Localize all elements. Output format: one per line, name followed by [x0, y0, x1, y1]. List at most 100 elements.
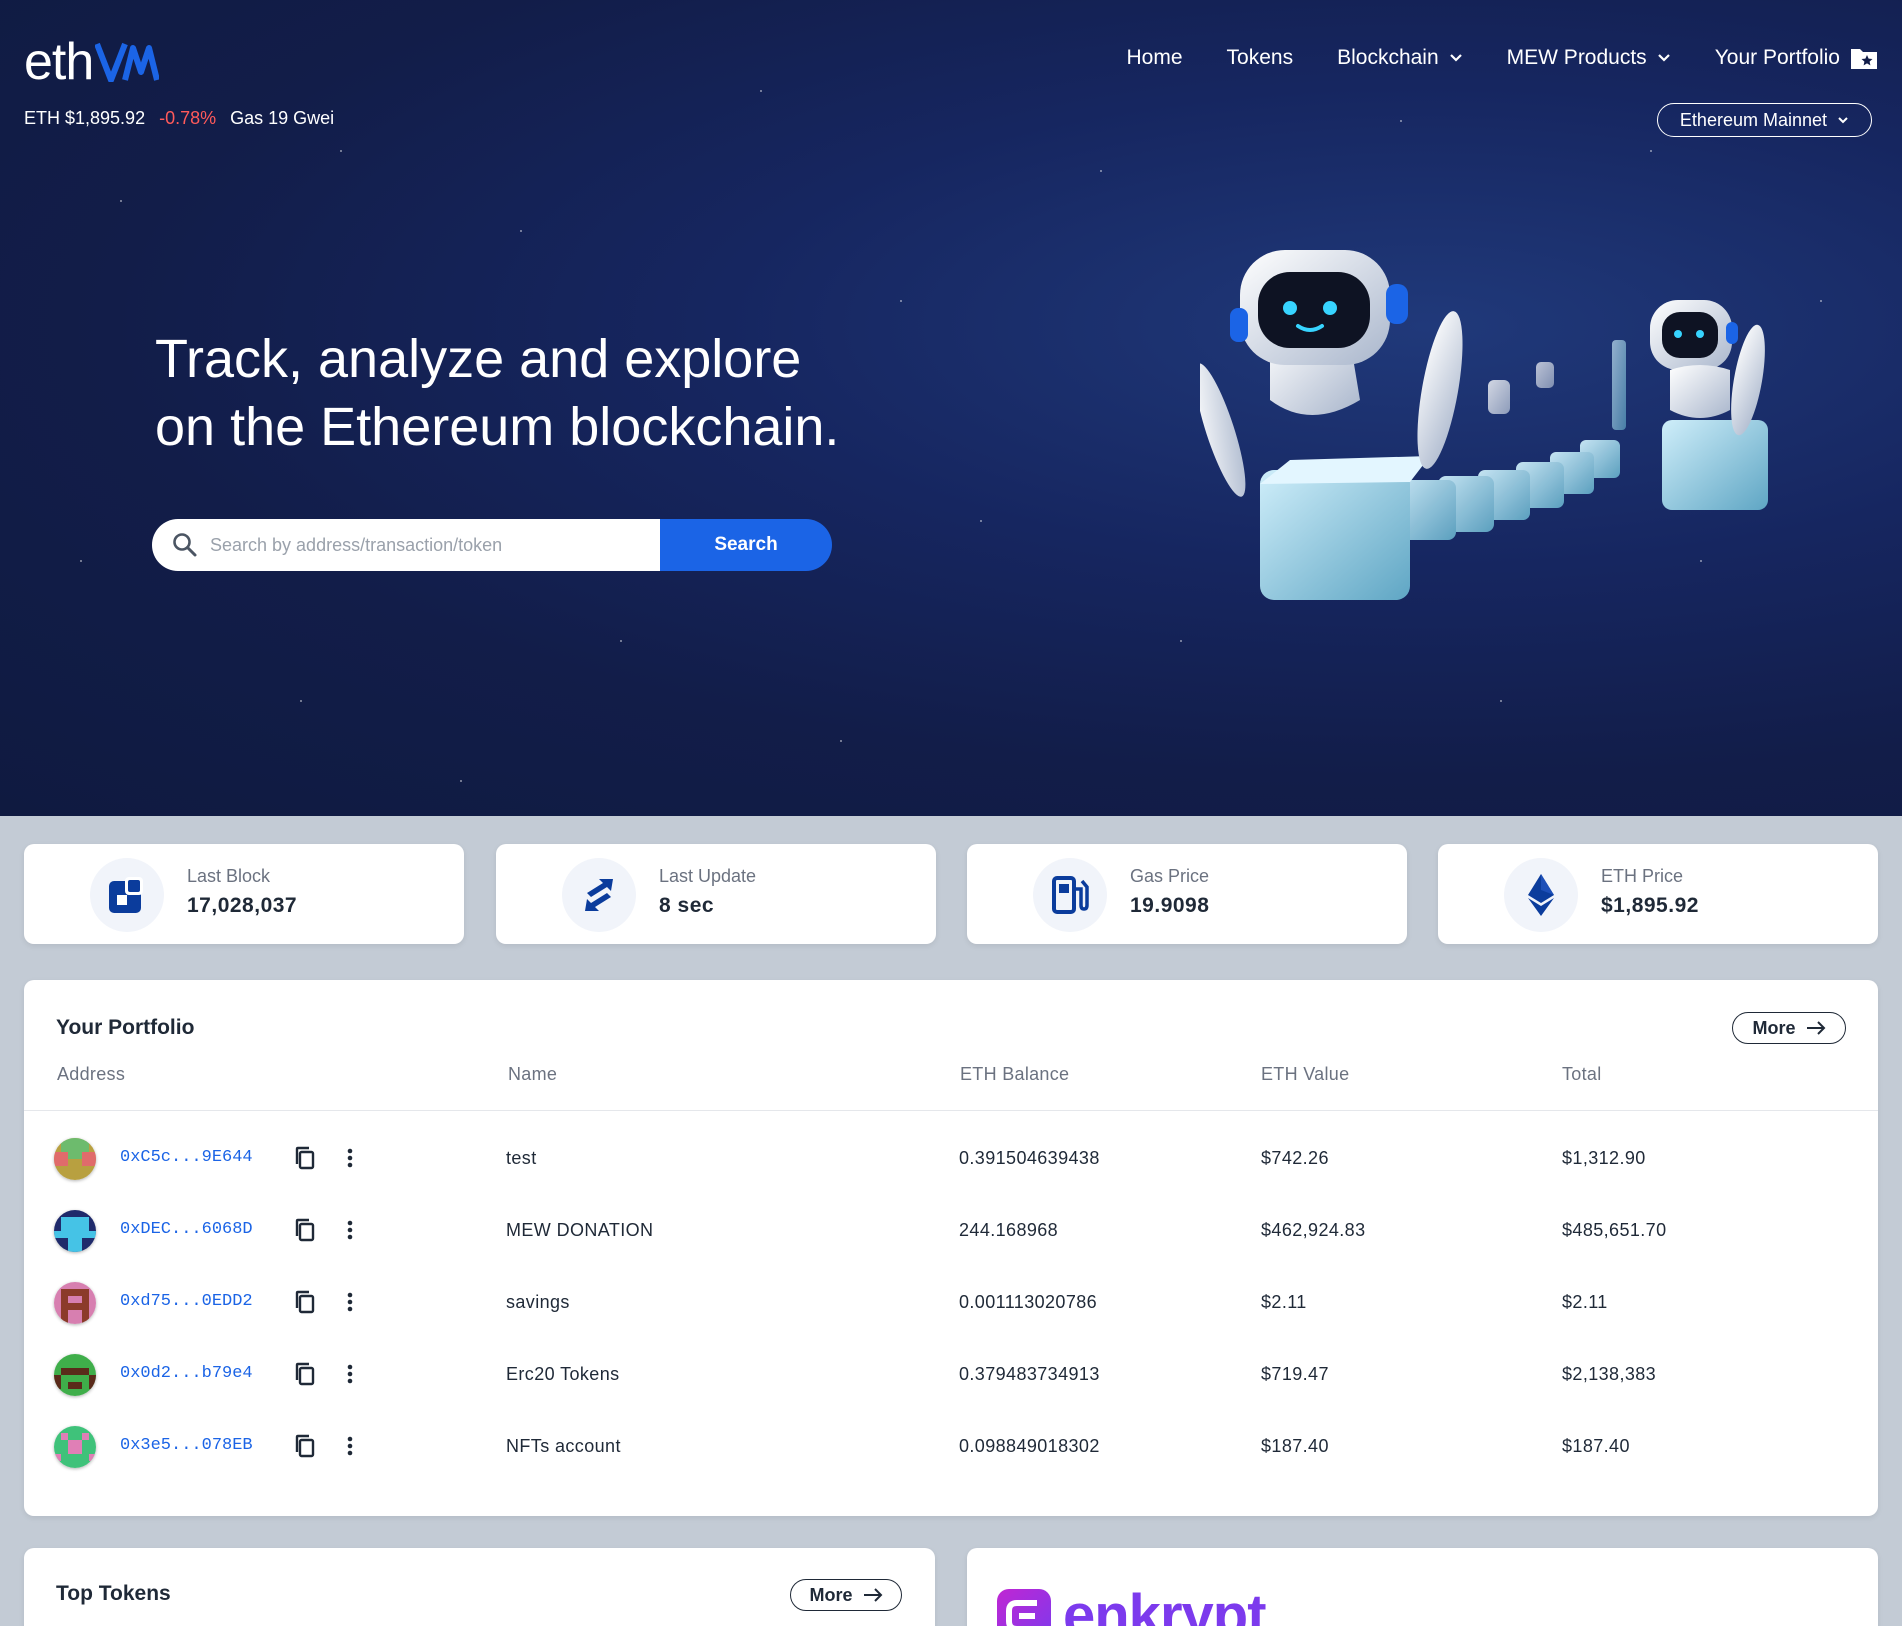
top-tokens-card: Top Tokens More — [24, 1548, 935, 1626]
stat-card-eth-price: ETH Price $1,895.92 — [1438, 844, 1878, 944]
ethvm-logo[interactable]: eth — [24, 33, 160, 91]
stat-card-last-update: Last Update 8 sec — [496, 844, 936, 944]
nav-tokens-label: Tokens — [1226, 46, 1294, 69]
table-row[interactable]: 0xd75...0EDD2 savings 0.001113020786 $2.… — [24, 1266, 1878, 1338]
nav-home-label: Home — [1126, 46, 1183, 69]
eth-value: $2.11 — [1261, 1292, 1307, 1312]
eth-balance: 0.001113020786 — [959, 1292, 1098, 1312]
top-tokens-title: Top Tokens — [56, 1582, 171, 1605]
gas-pump-icon — [1033, 858, 1107, 932]
stat-label: ETH Price — [1601, 866, 1684, 886]
nav-tokens[interactable]: Tokens — [1227, 46, 1294, 70]
avatar — [54, 1282, 96, 1324]
total-value: $2,138,383 — [1562, 1364, 1657, 1384]
copy-icon[interactable] — [294, 1146, 316, 1170]
portfolio-card: Your Portfolio More Address Name ETH Bal… — [24, 980, 1878, 1516]
more-vert-icon[interactable] — [344, 1290, 356, 1314]
address-link[interactable]: 0x3e5...078EB — [120, 1436, 253, 1455]
price-change-text: -0.78% — [159, 108, 217, 128]
address-link[interactable]: 0xd75...0EDD2 — [120, 1292, 253, 1311]
portfolio-name: MEW DONATION — [506, 1220, 654, 1240]
top-tokens-more-button[interactable]: More — [790, 1579, 902, 1611]
more-vert-icon[interactable] — [344, 1146, 356, 1170]
eth-balance: 0.391504639438 — [959, 1148, 1100, 1168]
stat-card-gas-price: Gas Price 19.9098 — [967, 844, 1407, 944]
stat-value: $1,895.92 — [1601, 894, 1699, 917]
stat-value: 19.9098 — [1130, 894, 1210, 917]
more-label: More — [809, 1584, 853, 1605]
eth-balance: 0.098849018302 — [959, 1436, 1100, 1456]
copy-icon[interactable] — [294, 1290, 316, 1314]
eth-value: $187.40 — [1261, 1436, 1329, 1456]
eth-price-text: ETH $1,895.92 — [24, 108, 146, 128]
address-link[interactable]: 0xC5c...9E644 — [120, 1148, 253, 1167]
more-vert-icon[interactable] — [344, 1362, 356, 1386]
enkrypt-logo: enkrypt — [997, 1582, 1267, 1626]
robots-illustration — [1200, 250, 1768, 600]
network-selector[interactable]: Ethereum Mainnet — [1656, 103, 1872, 137]
gas-text: Gas 19 Gwei — [230, 108, 335, 128]
eth-value: $719.47 — [1261, 1364, 1329, 1384]
column-header-eth-balance: ETH Balance — [960, 1064, 1070, 1084]
enkrypt-promo-card[interactable]: enkrypt — [967, 1548, 1878, 1626]
search-button[interactable]: Search — [660, 519, 832, 571]
header-divider — [24, 1110, 1878, 1111]
hero-banner: eth ETH $1,895.92 -0.78% Gas 19 Gwei Hom… — [0, 0, 1902, 816]
portfolio-name: NFTs account — [506, 1436, 621, 1456]
chevron-down-icon — [1838, 117, 1848, 124]
avatar — [54, 1426, 96, 1468]
more-vert-icon[interactable] — [344, 1218, 356, 1242]
table-row[interactable]: 0x0d2...b79e4 Erc20 Tokens 0.37948373491… — [24, 1338, 1878, 1410]
stat-value: 17,028,037 — [187, 894, 298, 917]
main-nav: Home Tokens Blockchain MEW Products Your… — [1083, 46, 1878, 70]
copy-icon[interactable] — [294, 1434, 316, 1458]
eth-value: $742.26 — [1261, 1148, 1329, 1168]
eth-balance: 0.379483734913 — [959, 1364, 1100, 1384]
copy-icon[interactable] — [294, 1362, 316, 1386]
hero-title-line1: Track, analyze and explore — [155, 329, 802, 389]
eth-value: $462,924.83 — [1261, 1220, 1366, 1240]
stat-label: Last Block — [187, 866, 271, 886]
total-value: $187.40 — [1562, 1436, 1630, 1456]
sync-arrows-icon — [562, 858, 636, 932]
folder-star-icon — [1851, 49, 1877, 69]
hero-title: Track, analyze and explore on the Ethere… — [155, 325, 839, 461]
table-row[interactable]: 0xC5c...9E644 test 0.391504639438 $742.2… — [24, 1122, 1878, 1194]
stat-label: Gas Price — [1130, 866, 1210, 886]
nav-blockchain[interactable]: Blockchain — [1337, 46, 1463, 70]
stat-label: Last Update — [659, 866, 757, 886]
stat-card-last-block: Last Block 17,028,037 — [24, 844, 464, 944]
nav-mew-products[interactable]: MEW Products — [1507, 46, 1671, 70]
nav-home[interactable]: Home — [1127, 46, 1183, 70]
table-row[interactable]: 0xDEC...6068D MEW DONATION 244.168968 $4… — [24, 1194, 1878, 1266]
logo-text: eth — [24, 33, 94, 91]
column-header-total: Total — [1562, 1064, 1602, 1084]
enkrypt-brand-text: enkrypt — [1063, 1583, 1267, 1626]
address-link[interactable]: 0x0d2...b79e4 — [120, 1364, 253, 1383]
portfolio-name: Erc20 Tokens — [506, 1364, 620, 1384]
column-header-eth-value: ETH Value — [1261, 1064, 1350, 1084]
portfolio-more-button[interactable]: More — [1732, 1012, 1846, 1044]
search-bar: Search — [152, 519, 832, 571]
vm-logo-mark-icon — [95, 42, 160, 82]
avatar — [54, 1138, 96, 1180]
nav-your-portfolio[interactable]: Your Portfolio — [1715, 46, 1878, 70]
price-ticker: ETH $1,895.92 -0.78% Gas 19 Gwei — [24, 108, 334, 129]
table-row[interactable]: 0x3e5...078EB NFTs account 0.09884901830… — [24, 1410, 1878, 1482]
nav-mew-products-label: MEW Products — [1506, 46, 1647, 69]
portfolio-title: Your Portfolio — [56, 1016, 195, 1039]
copy-icon[interactable] — [294, 1218, 316, 1242]
more-label: More — [1752, 1017, 1796, 1038]
avatar — [54, 1210, 96, 1252]
search-input[interactable] — [210, 534, 630, 556]
total-value: $485,651.70 — [1562, 1220, 1667, 1240]
search-box — [152, 519, 660, 571]
total-value: $2.11 — [1562, 1292, 1608, 1312]
more-vert-icon[interactable] — [344, 1434, 356, 1458]
chevron-down-icon — [1449, 54, 1462, 62]
address-link[interactable]: 0xDEC...6068D — [120, 1220, 253, 1239]
eth-balance: 244.168968 — [959, 1220, 1059, 1240]
total-value: $1,312.90 — [1562, 1148, 1646, 1168]
avatar — [54, 1354, 96, 1396]
nav-your-portfolio-label: Your Portfolio — [1714, 46, 1840, 69]
